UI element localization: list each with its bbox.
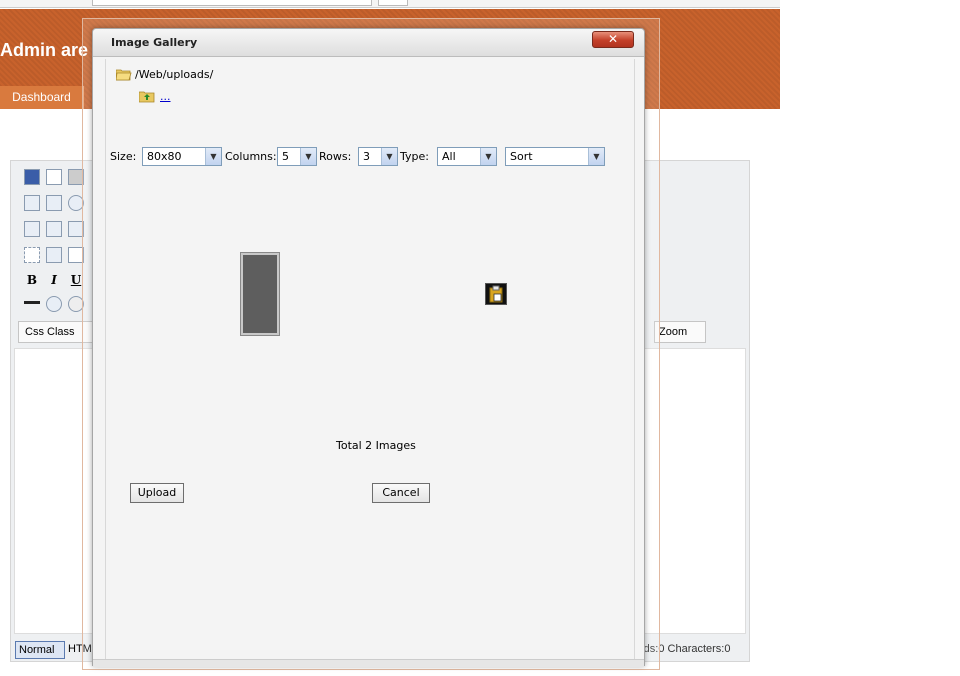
- size-value: 80x80: [147, 150, 182, 163]
- div-icon[interactable]: [24, 247, 40, 263]
- dialog-title-bar[interactable]: Image Gallery ✕: [93, 29, 644, 57]
- type-value: All: [442, 150, 456, 163]
- size-select[interactable]: 80x80 ▼: [142, 147, 222, 166]
- columns-label: Columns:: [225, 150, 277, 163]
- rows-value: 3: [363, 150, 370, 163]
- horizontal-rule-icon[interactable]: [24, 301, 40, 304]
- link-icon[interactable]: [46, 296, 62, 312]
- close-button[interactable]: ✕: [592, 31, 634, 48]
- sort-select[interactable]: Sort ▼: [505, 147, 605, 166]
- folder-up-icon[interactable]: [139, 90, 155, 103]
- browser-tab-strip: [0, 0, 780, 8]
- parent-folder-link[interactable]: ...: [160, 90, 171, 103]
- image-gallery-dialog: Image Gallery ✕ /Web/uploads/ ... Size: …: [92, 28, 645, 667]
- cancel-button[interactable]: Cancel: [372, 483, 430, 503]
- browser-tab[interactable]: [92, 0, 372, 6]
- page-title: Admin are: [0, 40, 89, 60]
- rows-label: Rows:: [319, 150, 352, 163]
- table-icon[interactable]: [24, 221, 40, 237]
- dialog-title: Image Gallery: [111, 36, 198, 49]
- form-icon[interactable]: [46, 247, 62, 263]
- save-icon[interactable]: [24, 169, 40, 185]
- date-icon[interactable]: [46, 195, 62, 211]
- italic-button[interactable]: I: [46, 272, 62, 288]
- chevron-down-icon: ▼: [480, 148, 496, 165]
- columns-value: 5: [282, 150, 289, 163]
- indent-icon[interactable]: [24, 195, 40, 211]
- close-icon: ✕: [607, 32, 619, 46]
- rows-select[interactable]: 3 ▼: [358, 147, 398, 166]
- chevron-down-icon: ▼: [381, 148, 397, 165]
- dialog-footer: [93, 659, 644, 667]
- type-select[interactable]: All ▼: [437, 147, 497, 166]
- upload-button[interactable]: Upload: [130, 483, 184, 503]
- clipboard-icon: [489, 285, 503, 303]
- type-label: Type:: [400, 150, 429, 163]
- bold-button[interactable]: B: [24, 272, 40, 288]
- browser-tab[interactable]: [378, 0, 408, 6]
- image-count: Total 2 Images: [336, 439, 416, 452]
- current-path: /Web/uploads/: [135, 68, 214, 81]
- nav-dashboard[interactable]: Dashboard: [0, 86, 84, 109]
- image-thumbnail[interactable]: [240, 252, 280, 336]
- new-document-icon[interactable]: [46, 169, 62, 185]
- zoom-select[interactable]: Zoom: [654, 321, 706, 343]
- sort-value: Sort: [510, 150, 533, 163]
- columns-select[interactable]: 5 ▼: [277, 147, 317, 166]
- chevron-down-icon: ▼: [205, 148, 221, 165]
- open-folder-icon: [116, 69, 132, 81]
- chevron-down-icon: ▼: [300, 148, 316, 165]
- image-thumbnail[interactable]: [485, 283, 507, 305]
- chevron-down-icon: ▼: [588, 148, 604, 165]
- insert-column-icon[interactable]: [46, 221, 62, 237]
- size-label: Size:: [110, 150, 137, 163]
- normal-mode-tab[interactable]: Normal: [15, 641, 65, 659]
